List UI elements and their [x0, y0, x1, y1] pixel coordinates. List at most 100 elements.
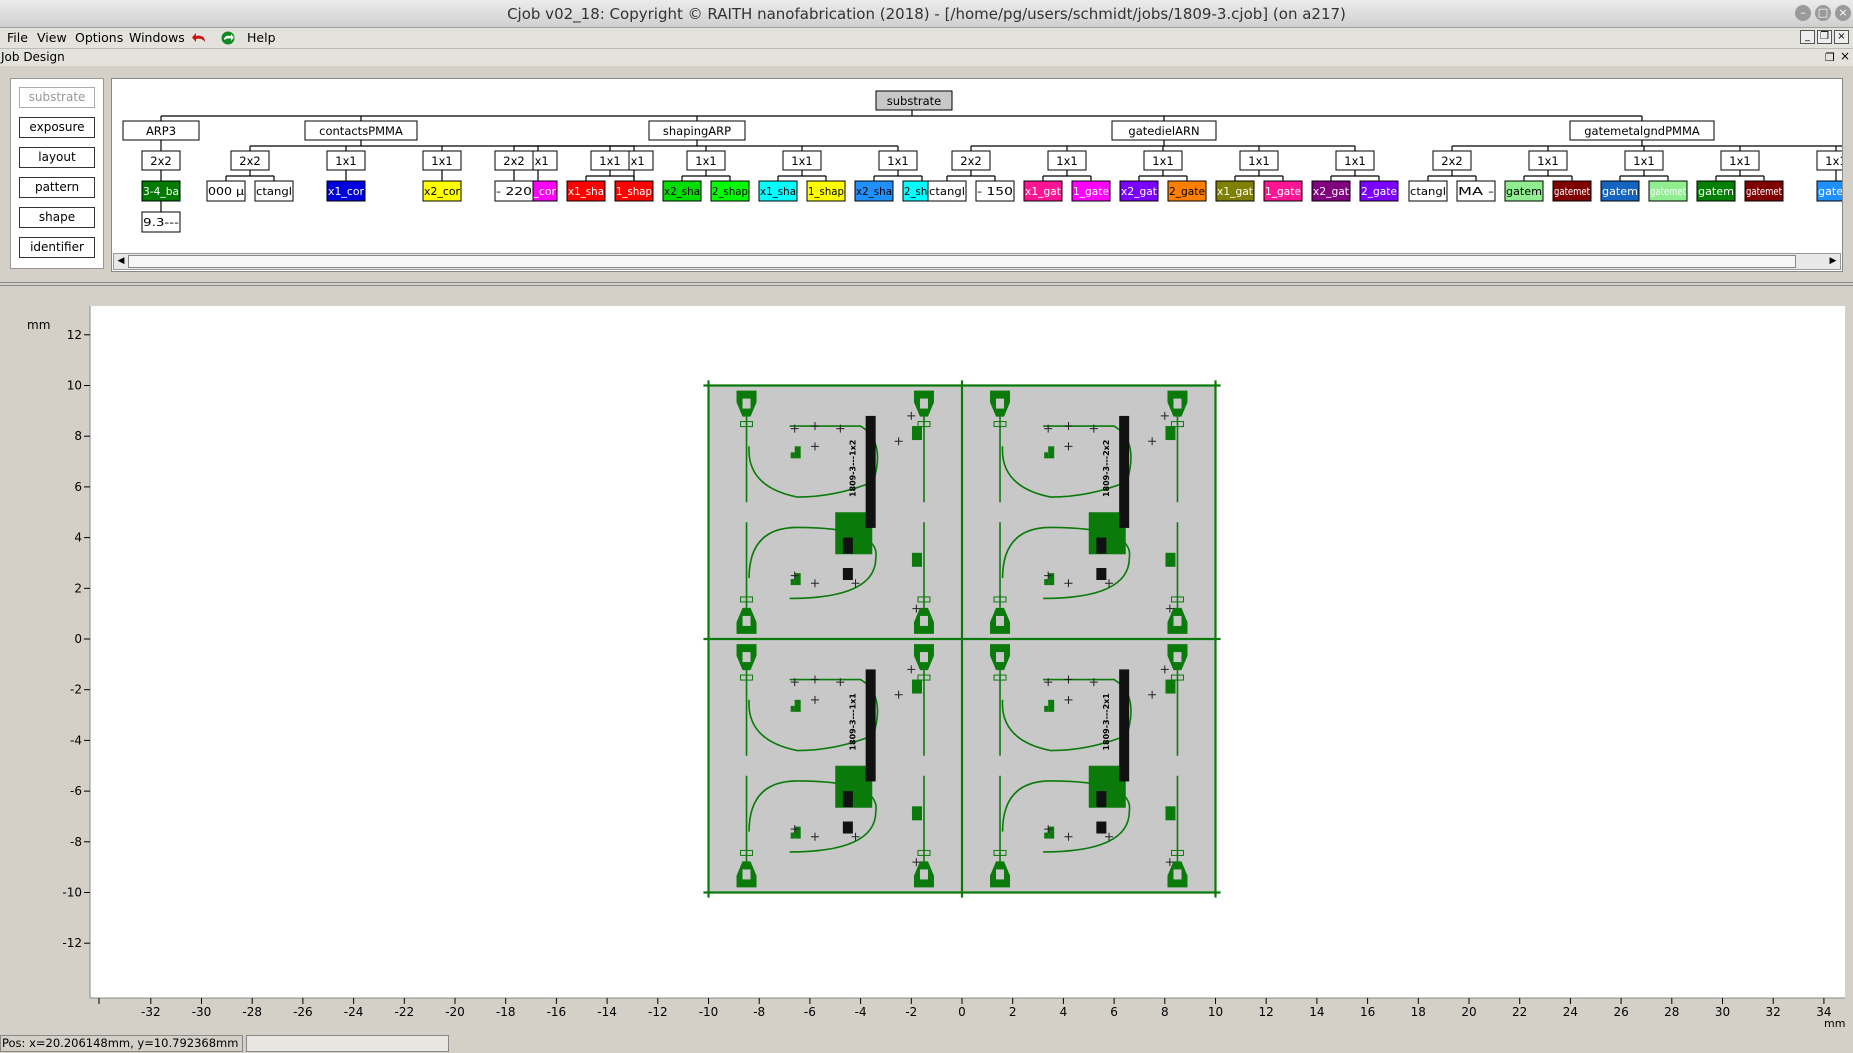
x-tick-label: -10 — [699, 1005, 719, 1019]
identifier-button[interactable]: identifier — [19, 237, 95, 258]
close-icon[interactable]: × — [1835, 5, 1851, 21]
tree-exposure-label: 2x2 — [239, 154, 260, 168]
tree-group-label: ARP3 — [146, 124, 176, 138]
tree-pattern-label: 3-4_ba — [143, 185, 179, 198]
menubar: File View Options Windows Help _ ❐ × — [0, 28, 1853, 48]
x-unit-label: mm — [1824, 1017, 1845, 1028]
minimize-icon[interactable]: – — [1795, 5, 1811, 21]
contact-pad-hole — [1173, 652, 1182, 663]
tree-pattern-label: x1_cor — [328, 185, 364, 198]
menu-windows[interactable]: Windows — [129, 30, 185, 45]
tree-horizontal-scrollbar[interactable]: ◀ ▶ — [113, 253, 1841, 270]
tree-pattern-label: x2_gat — [1313, 185, 1350, 198]
exposure-button[interactable]: exposure — [19, 117, 95, 138]
mdi-close-icon[interactable]: × — [1834, 30, 1849, 44]
tree-pattern-label: 2_gate — [1169, 185, 1205, 198]
tree-pattern-label: x1_gat — [1025, 185, 1062, 198]
tree-group-label: gatedielARN — [1128, 124, 1199, 138]
menu-view[interactable]: View — [37, 30, 67, 45]
undo-arrow-icon[interactable] — [192, 31, 208, 45]
tree-pattern-label: gatemet — [1554, 185, 1591, 198]
cursor-position-readout: Pos: x=20.206148mm, y=10.792368mm — [0, 1035, 243, 1052]
panel-close-icon[interactable]: × — [1840, 48, 1850, 65]
tree-pattern-label: ctangl — [256, 185, 292, 198]
y-tick-label: -4 — [70, 733, 82, 747]
y-tick-label: 4 — [74, 531, 82, 545]
tree-pattern-label: gatemet — [1650, 185, 1687, 198]
contact-pad-hole — [742, 652, 751, 663]
tree-pattern-label: ctangl — [929, 185, 965, 198]
job-tree: substrate ARP3 2x2 3-4_ba 9.3--- contactsPMMA… — [122, 90, 1842, 233]
tree-pattern-label: x2_gat — [1121, 185, 1158, 198]
redo-arrow-icon[interactable] — [220, 31, 236, 45]
menu-options[interactable]: Options — [75, 30, 123, 45]
tree-pattern-label: x2_sha — [664, 185, 700, 198]
gate-structure — [794, 446, 801, 459]
tree-exposure-label: 1x1 — [1537, 154, 1558, 168]
marker-block — [842, 568, 853, 581]
gate-structure — [794, 826, 801, 839]
tree-pattern-label: 2_shap — [712, 185, 748, 198]
marker-block — [842, 537, 853, 554]
tree-exposure-label: 1x1 — [335, 154, 356, 168]
contact-pad-hole — [742, 398, 751, 409]
gate-structure — [1165, 426, 1176, 441]
tree-exposure-label: 1x1 — [695, 154, 716, 168]
x-tick-label: -8 — [753, 1005, 765, 1019]
scroll-right-icon[interactable]: ▶ — [1827, 255, 1839, 268]
layout-button[interactable]: layout — [19, 147, 95, 168]
layout-canvas[interactable]: 121086420-2-4-6-8-10-12mm-32 -30 -28 -26 -24… — [0, 288, 1853, 1028]
x-tick-label: 28 — [1664, 1005, 1679, 1019]
panel-splitter[interactable] — [0, 282, 1853, 286]
gate-structure — [1165, 806, 1176, 821]
mdi-restore-icon[interactable]: ❐ — [1817, 30, 1832, 44]
mdi-minimize-icon[interactable]: _ — [1800, 30, 1815, 44]
tree-exposure-label: 1x1 — [1633, 154, 1654, 168]
x-tick-label: -30 — [192, 1005, 212, 1019]
x-tick-label: -24 — [344, 1005, 364, 1019]
progress-field — [246, 1035, 449, 1052]
y-tick-label: -6 — [70, 784, 82, 798]
menu-help[interactable]: Help — [247, 30, 276, 45]
scroll-thumb[interactable] — [128, 255, 1796, 268]
marker-block — [1096, 791, 1107, 808]
x-tick-label: 6 — [1110, 1005, 1118, 1019]
tree-pattern-label: - 220 — [496, 185, 532, 198]
contact-pad-hole — [919, 869, 928, 880]
tree-pattern-label: 000 μ — [208, 185, 244, 198]
tree-exposure-label: 1x1 — [599, 154, 620, 168]
scroll-left-icon[interactable]: ◀ — [115, 255, 127, 268]
maximize-icon[interactable]: □ — [1815, 5, 1831, 21]
tree-pattern-label: gatem — [1698, 185, 1734, 198]
y-tick-label: -2 — [70, 683, 82, 697]
substrate-button[interactable]: substrate — [19, 87, 95, 108]
gate-structure — [790, 705, 795, 712]
tree-pattern-label: gatem — [1602, 185, 1638, 198]
marker-bar — [865, 415, 876, 528]
layout-view[interactable]: 12 10 8 6 4 2 0 -2 -4 -6 -8 -10 -12 mm -32 -30 -28 -26 -24… — [0, 288, 1853, 1028]
float-panel-icon[interactable]: ❐ — [1825, 49, 1835, 66]
tree-pattern-label: MA - — [1458, 185, 1494, 198]
contact-pad-hole — [1173, 615, 1182, 626]
y-tick-label: 8 — [74, 429, 82, 443]
tree-group-label: gatemetalgndPMMA — [1584, 124, 1700, 138]
tree-exposure-label: 2x2 — [150, 154, 171, 168]
pattern-button[interactable]: pattern — [19, 177, 95, 198]
shape-button[interactable]: shape — [19, 207, 95, 228]
gate-structure — [790, 832, 795, 839]
x-tick-label: 20 — [1461, 1005, 1476, 1019]
marker-block — [1096, 568, 1107, 581]
tree-exposure-label: 2x2 — [960, 154, 981, 168]
y-tick-label: 10 — [67, 379, 82, 393]
tree-pattern-label: x2_sha — [856, 185, 892, 198]
tree-root-label: substrate — [887, 94, 941, 108]
x-tick-label: -12 — [648, 1005, 668, 1019]
menu-file[interactable]: File — [7, 30, 28, 45]
gate-structure — [911, 552, 922, 567]
y-unit-label: mm — [27, 318, 50, 332]
y-tick-label: -8 — [70, 835, 82, 849]
contact-pad-hole — [742, 869, 751, 880]
tree-pattern-label: 1_shap — [616, 185, 652, 198]
x-tick-label: 32 — [1766, 1005, 1781, 1019]
x-tick-label: -16 — [547, 1005, 567, 1019]
